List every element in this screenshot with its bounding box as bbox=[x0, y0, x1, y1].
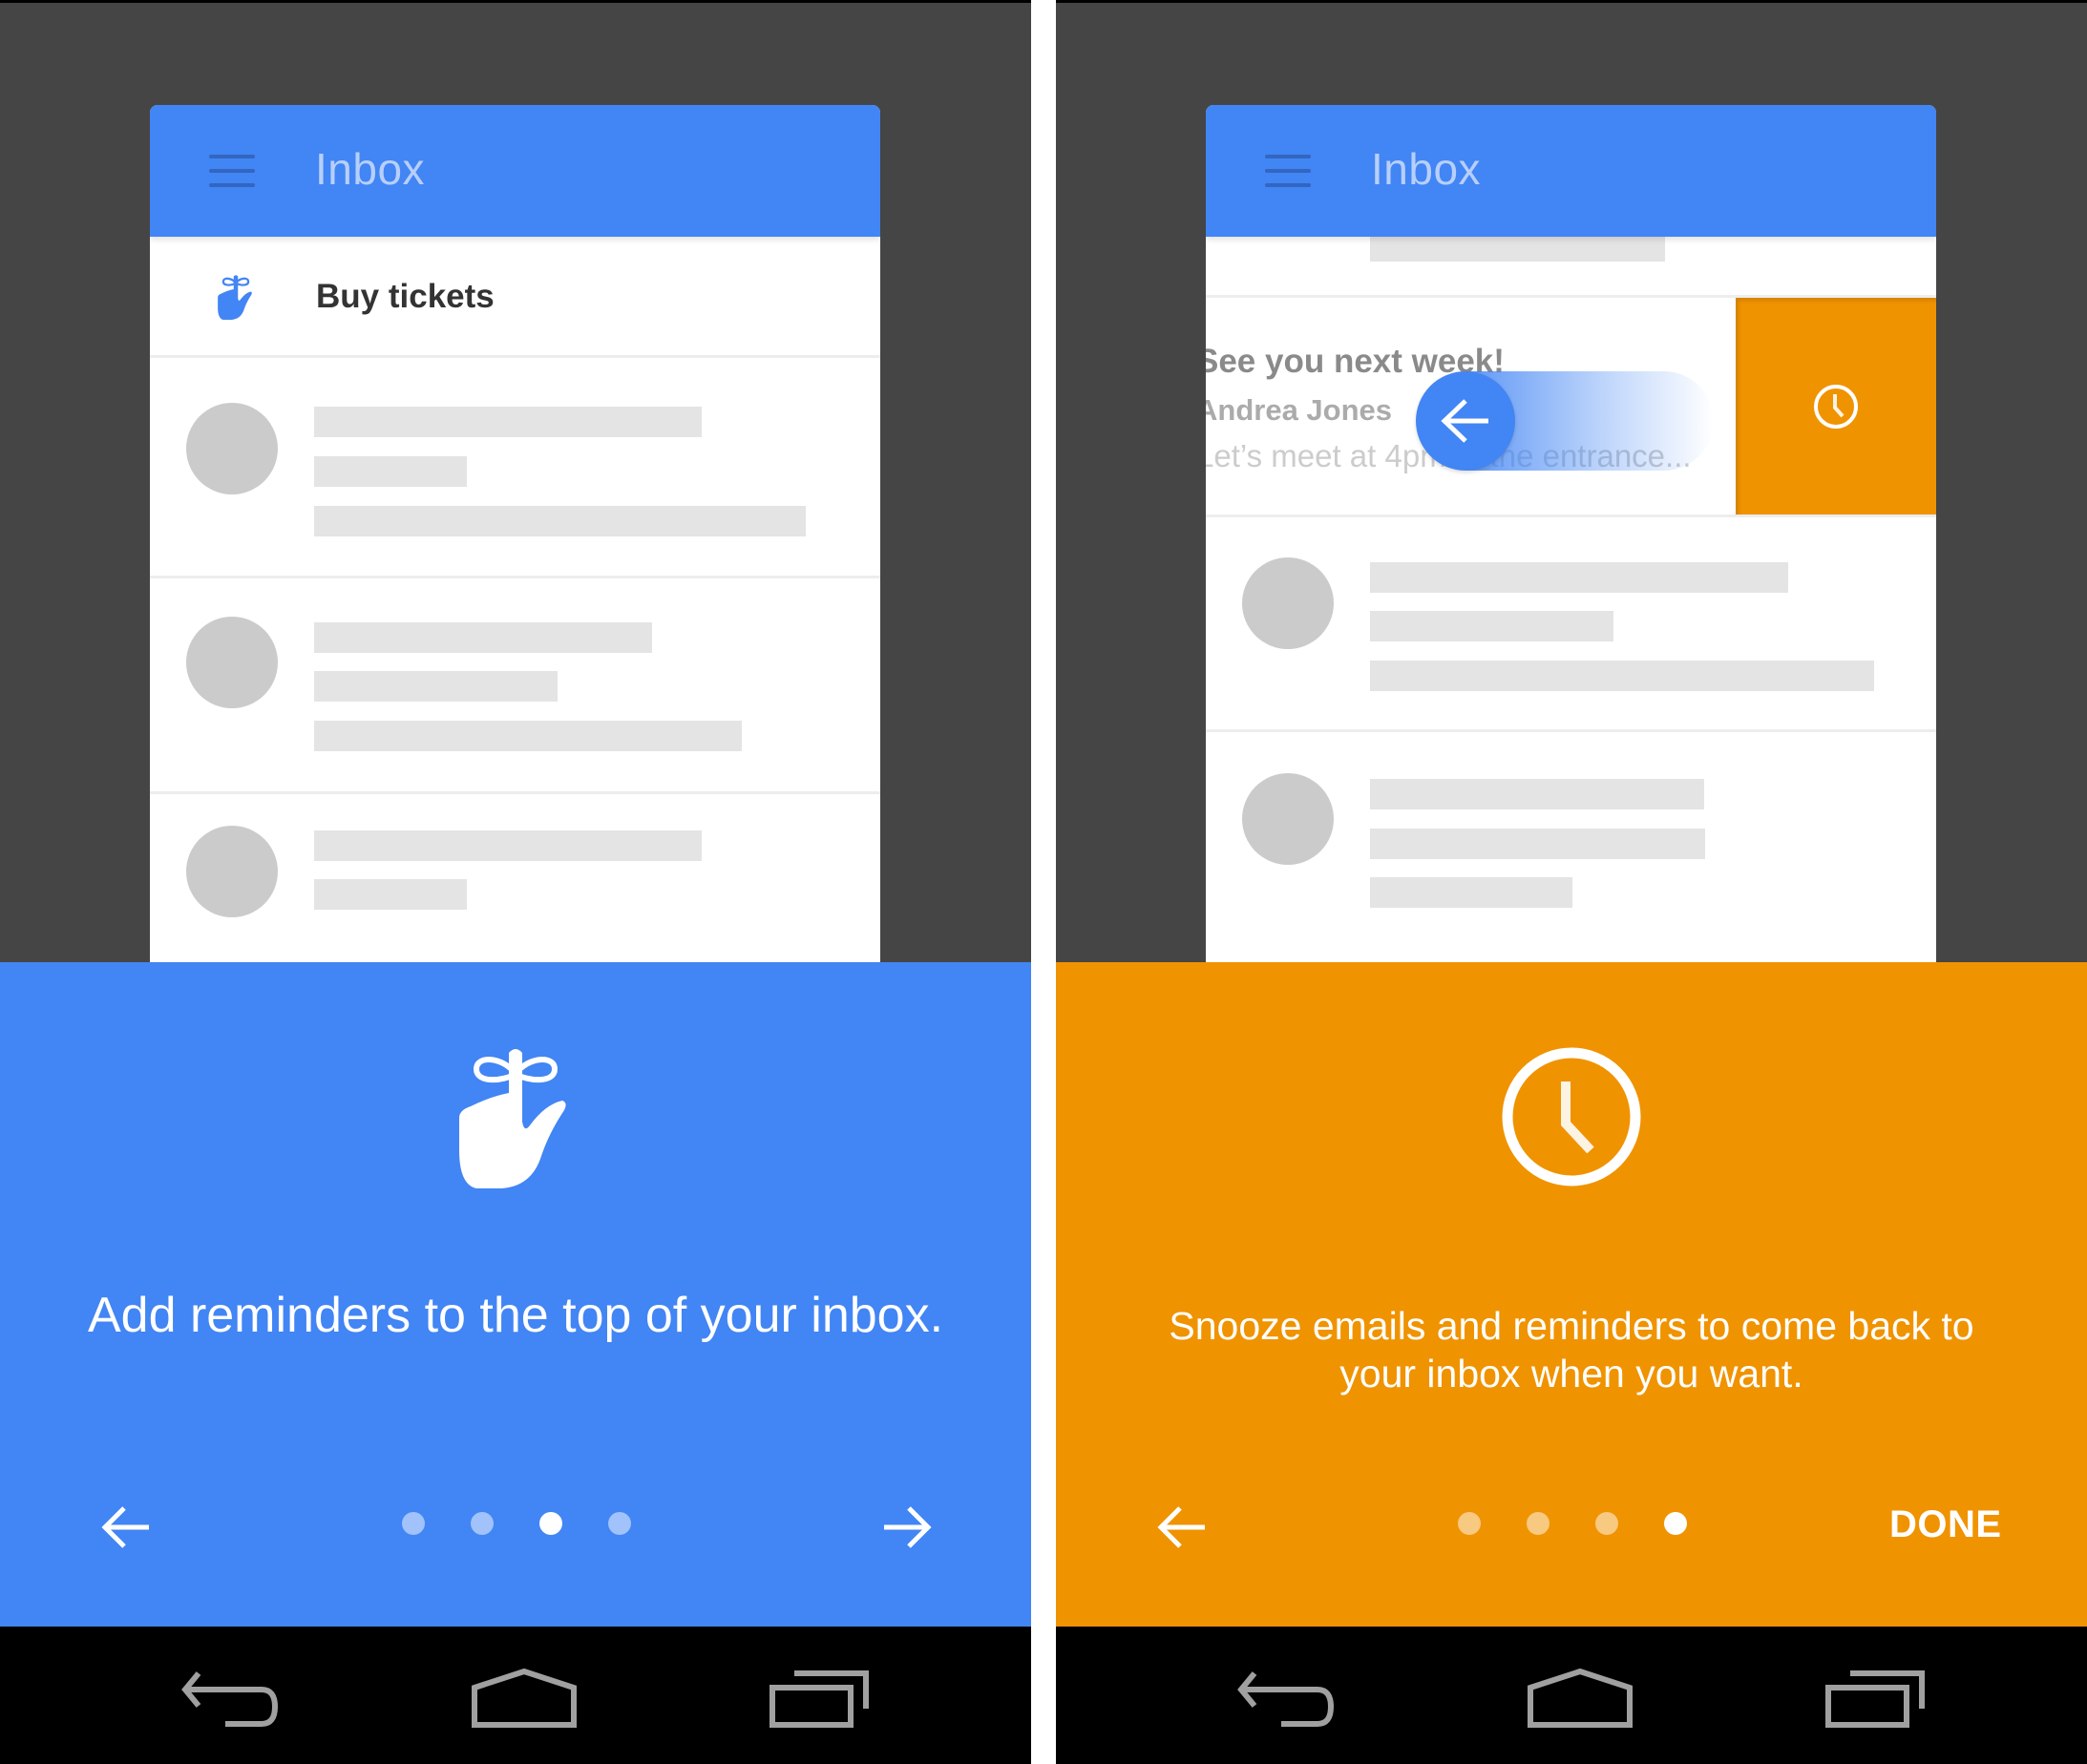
text-placeholder bbox=[1370, 829, 1705, 859]
clock-icon bbox=[1502, 1047, 1641, 1186]
page-dot[interactable] bbox=[1595, 1512, 1618, 1535]
recents-icon[interactable] bbox=[1825, 1670, 1925, 1728]
email-placeholder-row bbox=[1206, 517, 1936, 732]
system-navigation-bar bbox=[0, 1627, 1031, 1764]
page-dot[interactable] bbox=[402, 1512, 425, 1535]
inbox-app-bar: Inbox bbox=[1206, 105, 1936, 237]
onboarding-screen-reminders: Inbox Buy tickets Add reminders to the t… bbox=[0, 3, 1031, 1764]
email-placeholder-row bbox=[150, 794, 880, 962]
email-placeholder-row bbox=[150, 578, 880, 794]
hamburger-menu-icon bbox=[1265, 155, 1311, 187]
page-dot[interactable] bbox=[471, 1512, 494, 1535]
avatar-placeholder bbox=[1242, 773, 1334, 865]
text-placeholder bbox=[1370, 611, 1613, 641]
text-placeholder bbox=[1370, 562, 1788, 593]
text-placeholder bbox=[1370, 877, 1572, 908]
text-placeholder bbox=[314, 622, 652, 653]
text-placeholder bbox=[314, 721, 742, 751]
clock-icon bbox=[1814, 384, 1858, 429]
screens-divider bbox=[1031, 0, 1056, 1764]
text-placeholder bbox=[314, 456, 467, 487]
swipe-gesture-handle[interactable] bbox=[1416, 371, 1515, 471]
inbox-preview-card: Inbox See you next week! Andrea Jones Le… bbox=[1206, 105, 1936, 962]
home-icon[interactable] bbox=[471, 1669, 578, 1728]
page-dot[interactable] bbox=[1458, 1512, 1481, 1535]
onboarding-description: Add reminders to the top of your inbox. bbox=[87, 1288, 944, 1343]
snooze-action[interactable] bbox=[1736, 298, 1936, 514]
recents-icon[interactable] bbox=[769, 1670, 869, 1728]
done-button[interactable]: DONE bbox=[1889, 1503, 2002, 1546]
onboarding-panel: Add reminders to the top of your inbox. bbox=[0, 962, 1031, 1627]
avatar-placeholder bbox=[186, 617, 278, 708]
inbox-title: Inbox bbox=[315, 144, 426, 194]
text-placeholder bbox=[1370, 779, 1704, 809]
inbox-app-bar: Inbox bbox=[150, 105, 880, 237]
text-placeholder bbox=[314, 671, 558, 702]
email-placeholder-row bbox=[1206, 732, 1936, 962]
text-placeholder bbox=[1370, 237, 1665, 262]
text-placeholder bbox=[314, 506, 806, 536]
swiped-email-row[interactable]: See you next week! Andrea Jones Let’s me… bbox=[1206, 298, 1936, 517]
email-placeholder-row bbox=[150, 358, 880, 578]
text-placeholder bbox=[314, 879, 467, 910]
page-dot-active[interactable] bbox=[539, 1512, 562, 1535]
panel-icon-wrap bbox=[1056, 1047, 2087, 1186]
back-icon[interactable] bbox=[181, 1670, 281, 1728]
page-indicator bbox=[0, 1512, 1031, 1535]
page-dot[interactable] bbox=[608, 1512, 631, 1535]
onboarding-description: Snooze emails and reminders to come back… bbox=[1169, 1304, 1974, 1396]
page-dot-active[interactable] bbox=[1664, 1512, 1687, 1535]
page-dot[interactable] bbox=[1527, 1512, 1549, 1535]
reminder-row: Buy tickets bbox=[150, 237, 880, 358]
arrow-left-icon bbox=[1441, 399, 1488, 443]
email-sender: Andrea Jones bbox=[1206, 393, 1393, 427]
system-navigation-bar bbox=[1056, 1627, 2087, 1764]
hamburger-menu-icon bbox=[209, 155, 255, 187]
inbox-preview-card: Inbox Buy tickets bbox=[150, 105, 880, 962]
back-icon[interactable] bbox=[1237, 1670, 1337, 1728]
reminder-title: Buy tickets bbox=[316, 278, 495, 315]
panel-icon-wrap bbox=[0, 1045, 1031, 1188]
avatar-placeholder bbox=[186, 826, 278, 917]
onboarding-screen-snooze: Inbox See you next week! Andrea Jones Le… bbox=[1056, 3, 2087, 1764]
onboarding-panel: Snooze emails and reminders to come back… bbox=[1056, 962, 2087, 1627]
text-placeholder bbox=[314, 407, 702, 437]
avatar-placeholder bbox=[1242, 557, 1334, 649]
text-placeholder bbox=[314, 830, 702, 861]
text-placeholder bbox=[1370, 661, 1874, 691]
inbox-title: Inbox bbox=[1371, 144, 1482, 194]
arrow-right-icon[interactable] bbox=[880, 1501, 934, 1554]
avatar-placeholder bbox=[186, 403, 278, 494]
reminder-finger-icon bbox=[218, 275, 252, 320]
email-placeholder-row-partial bbox=[1206, 237, 1936, 298]
reminder-finger-icon bbox=[459, 1049, 566, 1188]
home-icon[interactable] bbox=[1527, 1669, 1634, 1728]
